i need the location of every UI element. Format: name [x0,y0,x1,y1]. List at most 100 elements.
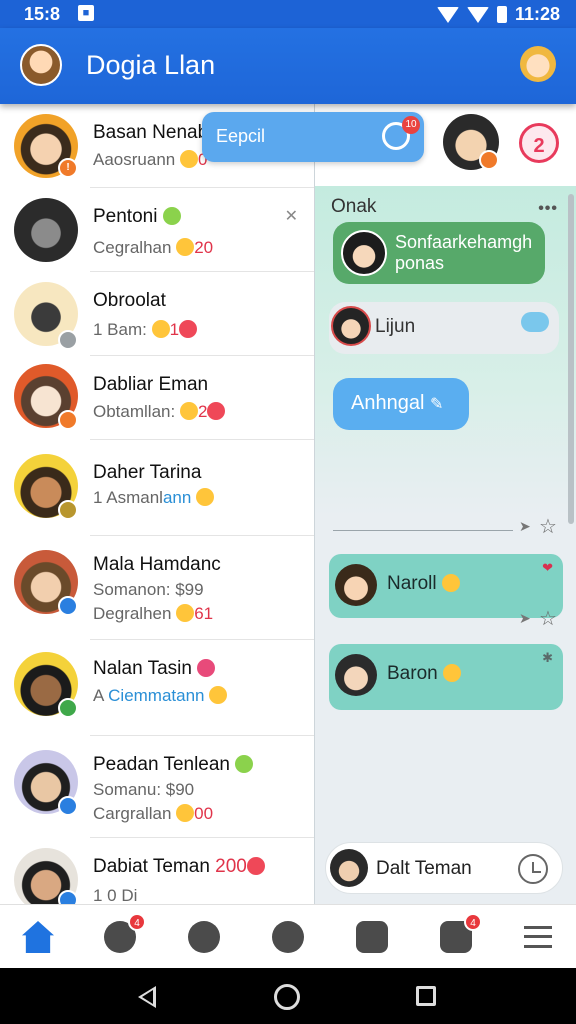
battery-icon [496,6,507,23]
unread-count-badge[interactable]: 2 [519,123,559,163]
list-item[interactable]: Daher Tarina 1 Asmanlann [0,440,314,536]
heart-icon: ❤ [542,560,553,575]
input-text: Dalt Teman [376,858,472,879]
avatar [331,306,371,346]
avatar [330,849,368,887]
contact-name: Obroolat [93,290,166,311]
status-icons: 11:28 [436,4,560,25]
nav-badge: 4 [128,913,146,931]
contact-preview-secondary: Degralhen 61 [93,604,214,623]
avatar [335,654,377,696]
floating-tab-label: Eepcil [216,126,266,146]
avatar [335,564,377,606]
basket-icon [188,921,220,953]
home-nav-button[interactable] [18,917,58,957]
status-badge [58,410,78,430]
close-icon[interactable]: ✕ [285,206,298,226]
home-icon [22,921,54,953]
contact-name: Basan Nenab [93,122,209,143]
chat-title: Onak [331,196,377,217]
star-icon[interactable]: ☆ [539,514,557,539]
contact-name: Peadan Tenlean [93,754,254,776]
menu-nav-button[interactable] [518,917,558,957]
message-bubble[interactable]: Sonfaarkehamgh ponas [333,222,545,284]
contact-preview: 1 Bam: 1 [93,320,198,340]
contact-preview: Somanu: $90 [93,780,195,799]
list-item[interactable]: Pentoni Cegralhan 20 ✕ [0,188,314,272]
message-text: Baron [387,663,461,685]
contact-preview: A Ciemmatann [93,686,228,706]
basket-nav-button[interactable] [184,917,224,957]
back-icon[interactable] [138,986,156,1008]
contact-name: Nalan Tasin [93,658,216,680]
more-options-icon[interactable]: ••• [538,200,558,218]
clipboard-icon [356,921,388,953]
pencil-icon: ✎ [429,396,444,413]
list-item[interactable]: Mala Hamdanc Somanon: $99 Degralhen 61 [0,536,314,640]
list-item[interactable]: Nalan Tasin A Ciemmatann [0,640,314,736]
status-time: 15:8 [24,4,61,24]
settings-icon: ✱ [542,650,553,665]
contact-preview: Somanon: $99 [93,580,204,599]
send-arrow-icon[interactable]: ➤ [519,610,531,627]
message-text: Naroll [387,573,460,595]
avatar [14,198,78,262]
message-bubble[interactable]: Naroll ❤ [329,554,563,618]
message-bubble[interactable]: Lijun [329,302,559,354]
send-arrow-icon[interactable]: ➤ [519,518,531,535]
contact-preview: Aaosruann 0 [93,150,208,169]
status-bar: 15:8 ■ 11:28 [0,0,576,28]
contact-preview: 1 Asmanlann [93,488,215,508]
contact-preview-secondary: Cargrallan 00 [93,804,214,823]
floating-tab-badge: 10 [402,116,420,134]
clipboard-nav-button[interactable] [352,917,392,957]
floating-tab[interactable]: Eepcil 10 [202,112,424,162]
app-bar: Dogia Llan [0,28,576,104]
message-text: Lijun [375,316,416,337]
list-item[interactable]: Peadan Tenlean Somanu: $90 Cargrallan 00 [0,736,314,838]
shield-icon [272,921,304,953]
list-item[interactable]: Dabiat Teman 200 1 0 Di [0,838,314,904]
status-badge [479,150,499,170]
profile-icon[interactable] [520,46,556,82]
chat-nav-button[interactable]: 4 [100,913,146,957]
mail-nav-button[interactable]: 4 [436,913,482,957]
contact-name: Mala Hamdanc [93,554,221,575]
message-bubble[interactable]: Baron ✱ [329,644,563,710]
system-nav-bar [0,968,576,1024]
wifi-icon [436,6,459,23]
notification-icon: ■ [78,5,94,21]
divider [333,530,513,531]
reaction-icon[interactable] [521,312,549,332]
contact-name: Pentoni [93,206,181,228]
contact-preview: Cegralhan 20 [93,238,214,257]
user-avatar[interactable] [20,44,62,86]
nav-badge: 4 [464,913,482,931]
message-bubble[interactable]: Anhngal ✎ [333,378,469,430]
message-input[interactable]: Dalt Teman [325,842,563,894]
app-title: Dogia Llan [86,50,216,80]
status-badge [58,596,78,616]
home-circle-icon[interactable] [274,984,300,1010]
clock-icon[interactable] [518,854,548,884]
status-badge [58,500,78,520]
chat-background [315,186,576,904]
avatar [341,230,387,276]
status-badge: ! [58,158,78,178]
scrollbar[interactable] [568,194,574,524]
contact-preview: 1 0 Di [93,886,138,904]
star-icon[interactable]: ☆ [539,606,557,631]
recent-apps-icon[interactable] [416,986,436,1006]
message-text: Anhngal ✎ [351,392,444,414]
status-right-time: 11:28 [514,4,560,24]
list-item[interactable]: Dabliar Eman Obtamllan: 2 [0,356,314,440]
shield-nav-button[interactable] [268,917,308,957]
status-badge [58,698,78,718]
list-item[interactable]: Obroolat 1 Bam: 1 [0,272,314,356]
bottom-nav: 4 4 [0,904,576,968]
status-badge [58,796,78,816]
contact-name: Dabliar Eman [93,374,209,395]
status-badge [58,330,78,350]
contact-preview: Obtamllan: 2 [93,402,226,422]
chat-pane: 2 Onak ••• Sonfaarkehamgh ponas Lijun An… [314,104,576,904]
